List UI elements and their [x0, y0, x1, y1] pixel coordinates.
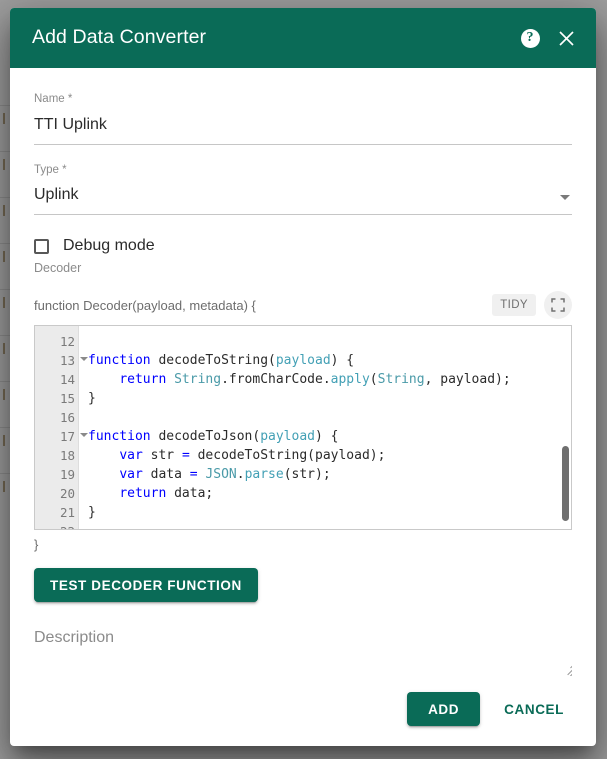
decoder-signature-row: function Decoder(payload, metadata) { TI…	[34, 291, 572, 319]
dialog-titlebar: Add Data Converter ?	[10, 8, 596, 68]
editor-code-line: function decodeToJson(payload) {	[88, 429, 339, 444]
dialog-title: Add Data Converter	[32, 26, 207, 49]
help-button[interactable]: ?	[512, 20, 548, 56]
background-row-marker	[3, 481, 5, 492]
editor-line-number: 12	[59, 334, 75, 349]
editor-code-line	[88, 408, 571, 427]
background-row-marker	[3, 205, 5, 216]
background-row-marker	[3, 251, 5, 262]
fullscreen-icon	[551, 298, 565, 312]
dialog-footer: ADD CANCEL	[10, 680, 596, 746]
background-row-marker	[3, 297, 5, 308]
editor-line-number: 19	[59, 467, 75, 482]
chevron-down-icon[interactable]	[560, 195, 570, 200]
test-decoder-function-button[interactable]: TEST DECODER FUNCTION	[34, 568, 258, 602]
add-data-converter-dialog: Add Data Converter ? Name * TTI Uplink T…	[10, 8, 596, 746]
editor-line-number: 17	[35, 427, 88, 446]
editor-vertical-scrollbar[interactable]	[562, 446, 569, 521]
editor-code-line	[88, 522, 571, 529]
debug-mode-checkbox[interactable]: Debug mode	[34, 237, 572, 255]
close-icon	[558, 30, 574, 46]
add-button[interactable]: ADD	[407, 692, 481, 726]
name-input[interactable]: TTI Uplink	[34, 115, 572, 145]
dialog-body: Name * TTI Uplink Type * Uplink Debug mo…	[10, 68, 596, 680]
cancel-button[interactable]: CANCEL	[490, 692, 578, 726]
close-button[interactable]	[548, 20, 584, 56]
description-field-group[interactable]: Description	[34, 628, 572, 680]
editor-code-line	[88, 332, 571, 351]
editor-code-area[interactable]: function decodeToString(payload) { retur…	[79, 326, 571, 529]
type-label: Type *	[34, 163, 67, 176]
type-field-group: Type * Uplink	[34, 163, 572, 215]
help-circle-icon: ?	[520, 28, 540, 48]
editor-line-number: 15	[59, 391, 75, 406]
editor-line-number: 13	[35, 351, 88, 370]
description-input[interactable]: Description	[34, 628, 572, 648]
decoder-closing-brace: }	[34, 537, 39, 552]
editor-line-number: 16	[59, 410, 75, 425]
background-row-marker	[3, 343, 5, 354]
editor-code-line: return data;	[119, 486, 214, 501]
editor-code-line: }	[88, 505, 96, 520]
editor-code-line: }	[88, 391, 96, 406]
resize-handle-icon[interactable]	[558, 662, 572, 676]
decoder-code-editor[interactable]: 121314151617181920212223 function decode…	[34, 325, 572, 530]
name-field-group: Name * TTI Uplink	[34, 93, 572, 145]
fullscreen-button[interactable]	[544, 291, 572, 319]
decoder-signature: function Decoder(payload, metadata) {	[34, 297, 256, 313]
editor-code-line: var str = decodeToString(payload);	[119, 448, 386, 463]
tidy-button[interactable]: TIDY	[492, 294, 536, 316]
editor-code-line: var data = JSON.parse(str);	[119, 467, 331, 482]
background-row-marker	[3, 159, 5, 170]
editor-code-line: function decodeToString(payload) {	[88, 353, 355, 368]
debug-mode-label: Debug mode	[63, 237, 155, 254]
editor-line-number: 21	[59, 505, 75, 520]
checkbox-box-icon	[34, 238, 49, 254]
name-label: Name *	[34, 93, 73, 105]
background-row-marker	[3, 113, 5, 124]
background-row-marker	[3, 435, 5, 446]
background-row-marker	[3, 389, 5, 400]
editor-gutter: 121314151617181920212223	[35, 326, 88, 529]
editor-line-number: 14	[59, 372, 75, 387]
editor-line-number: 18	[59, 448, 75, 463]
editor-code-line: return String.fromCharCode.apply(String,…	[119, 372, 511, 387]
decoder-section-label: Decoder	[34, 261, 82, 275]
type-select[interactable]: Uplink	[34, 185, 572, 215]
editor-line-number: 22	[35, 522, 78, 529]
editor-line-number: 20	[59, 486, 75, 501]
